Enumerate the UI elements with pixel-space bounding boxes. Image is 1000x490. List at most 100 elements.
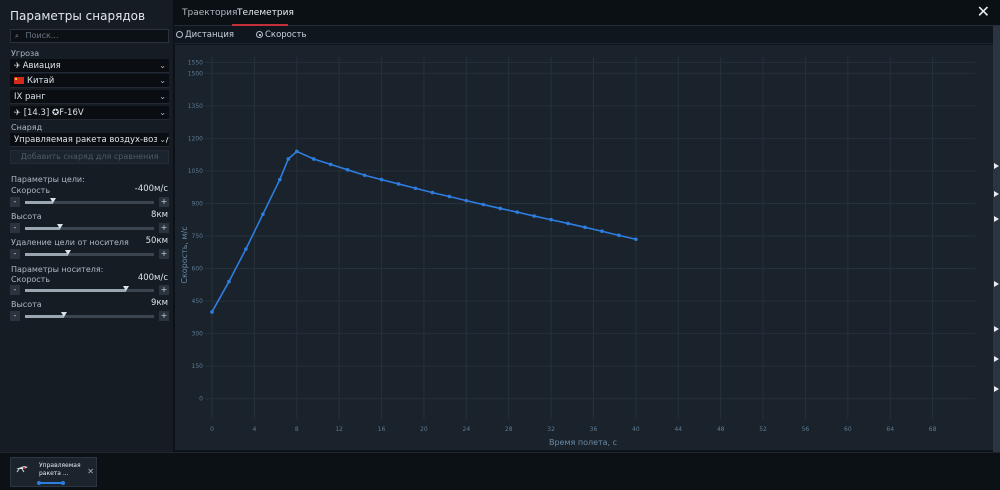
data-point [447, 194, 452, 199]
slider-thumb[interactable] [64, 250, 71, 255]
data-point [286, 157, 291, 161]
x-tick-label: 44 [674, 426, 682, 433]
series-legend-line [37, 481, 65, 485]
x-tick-label: 12 [335, 426, 343, 433]
tab-trajectory[interactable]: Траектория [182, 8, 237, 18]
shell-value: Управляемая ракета воздух-воздух AIM [14, 135, 169, 145]
decrease-button[interactable]: - [10, 223, 20, 233]
slider-thumb[interactable] [50, 198, 57, 203]
data-point [430, 190, 435, 195]
data-point [345, 168, 350, 172]
x-tick-label: 28 [505, 426, 513, 433]
carrier-altitude-value: 9км [151, 298, 168, 308]
data-point [379, 177, 384, 182]
y-tick-label: 150 [192, 363, 204, 370]
china-flag-icon [14, 77, 24, 84]
target-altitude-value: 8км [151, 210, 168, 220]
telemetry-chart-panel: 0 150 300 450 600 750 900 1050 1200 1350 1500 1550 … [175, 45, 993, 450]
search-icon: ⌕ [15, 32, 19, 40]
x-tick-label: 0 [210, 426, 214, 433]
shell-select[interactable]: Управляемая ракета воздух-воздух AIM ⌄ [10, 133, 169, 147]
target-altitude-label: Высота [11, 212, 42, 221]
data-point [328, 162, 333, 167]
slider-fill [25, 315, 64, 318]
y-tick-label: 750 [192, 233, 204, 240]
decrease-button[interactable]: - [10, 249, 20, 259]
shell-card-title: Управляемая ракета ... [39, 462, 89, 478]
radio-distance[interactable]: Дистанция [176, 30, 234, 40]
increase-button[interactable]: + [159, 311, 169, 321]
slider-track[interactable] [25, 198, 154, 204]
add-shell-compare-button[interactable]: Добавить снаряд для сравнения [10, 150, 169, 164]
search-placeholder: Поиск... [25, 31, 59, 40]
slider-track[interactable] [25, 286, 154, 292]
target-altitude-slider[interactable]: - + [10, 223, 169, 233]
slider-fill [25, 253, 68, 256]
projectile-params-panel: Параметры снарядов ⌕ Поиск... Угроза ✈ Ав… [0, 0, 174, 452]
radio-distance-label: Дистанция [185, 30, 234, 40]
tab-telemetry[interactable]: Телеметрия [237, 8, 294, 18]
slider-thumb[interactable] [56, 224, 63, 229]
chevron-down-icon: ⌄ [159, 108, 166, 117]
app-window: Параметры снарядов ⌕ Поиск... Угроза ✈ Ав… [0, 0, 1000, 490]
rank-select[interactable]: IX ранг ⌄ [10, 90, 169, 104]
vehicle-select[interactable]: ✈ [14.3] ✪F-16V ⌄ [10, 106, 169, 120]
shell-card-title-line2: ракета ... [39, 470, 69, 477]
chevron-down-icon: ⌄ [157, 133, 166, 146]
radio-speed[interactable]: Скорость [256, 30, 307, 40]
carrier-speed-slider[interactable]: - + [10, 285, 169, 295]
metric-radio-group: Дистанция Скорость [174, 26, 1000, 44]
data-point [261, 212, 265, 217]
radio-selected-icon [256, 31, 263, 38]
y-tick-label: 1500 [188, 70, 203, 77]
marker-arrow-icon [994, 281, 999, 287]
decrease-button[interactable]: - [10, 311, 20, 321]
increase-button[interactable]: + [159, 223, 169, 233]
y-axis-label: Скорость, м/с [180, 226, 189, 283]
close-icon[interactable]: ✕ [87, 467, 94, 476]
data-point [617, 233, 621, 238]
country-select[interactable]: Китай ⌄ [10, 74, 169, 88]
target-speed-slider[interactable]: - + [10, 197, 169, 207]
threat-type-value: Авиация [22, 61, 61, 71]
shell-card[interactable]: Управляемая ракета ... ✕ [10, 457, 97, 487]
close-icon[interactable]: ✕ [977, 4, 990, 20]
y-tick-label: 900 [192, 200, 204, 207]
slider-thumb[interactable] [60, 312, 67, 317]
x-tick-label: 20 [420, 426, 428, 433]
x-tick-label: 48 [717, 426, 725, 433]
vehicle-value: [14.3] ✪F-16V [23, 108, 84, 118]
target-speed-label: Скорость [11, 186, 51, 195]
slider-thumb[interactable] [122, 286, 129, 291]
data-point [566, 221, 570, 226]
carrier-speed-value: 400м/с [137, 273, 168, 283]
decrease-button[interactable]: - [10, 197, 20, 207]
data-point [481, 202, 486, 207]
increase-button[interactable]: + [159, 285, 169, 295]
target-distance-slider[interactable]: - + [10, 249, 169, 259]
data-point [464, 198, 469, 203]
x-ticks: 0 4 8 12 16 20 24 28 32 36 40 44 48 52 56 60 64 68 [210, 426, 937, 433]
slider-fill [25, 201, 54, 204]
x-tick-label: 64 [886, 426, 894, 433]
data-point [294, 149, 299, 154]
y-ticks: 0 150 300 450 600 750 900 1050 1200 1350 1500 1550 [188, 59, 203, 402]
carrier-params-label: Параметры носителя: [11, 265, 104, 274]
slider-track[interactable] [25, 312, 154, 318]
search-input[interactable]: ⌕ Поиск... [10, 29, 169, 43]
threat-type-select[interactable]: ✈ Авиация ⌄ [10, 59, 169, 73]
increase-button[interactable]: + [159, 249, 169, 259]
marker-arrow-icon [994, 386, 999, 392]
increase-button[interactable]: + [159, 197, 169, 207]
x-tick-label: 32 [547, 426, 555, 433]
y-tick-label: 600 [192, 266, 204, 273]
data-point [396, 182, 401, 186]
slider-track[interactable] [25, 250, 154, 256]
chart-grid [205, 57, 975, 419]
target-params-label: Параметры цели: [11, 175, 85, 184]
slider-track[interactable] [25, 224, 154, 230]
radio-circle-icon [176, 31, 183, 38]
x-axis-label: Время полета, с [549, 438, 617, 447]
carrier-altitude-slider[interactable]: - + [10, 311, 169, 321]
decrease-button[interactable]: - [10, 285, 20, 295]
